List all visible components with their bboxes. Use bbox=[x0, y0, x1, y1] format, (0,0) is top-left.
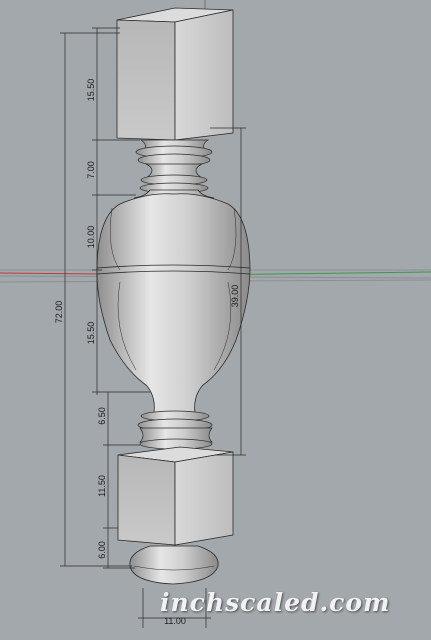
dim-vase-lower[interactable]: 15.50 bbox=[86, 322, 96, 345]
lower-collar[interactable] bbox=[137, 410, 213, 450]
dim-bottom-block[interactable]: 11.50 bbox=[97, 475, 107, 497]
dim-vase-upper[interactable]: 10.00 bbox=[86, 226, 96, 249]
cad-scene: 72.00 15.50 7.00 10.00 15.50 6.50 11.50 … bbox=[0, 0, 431, 628]
dim-lower-collar[interactable]: 6.50 bbox=[97, 407, 107, 425]
vase-body[interactable] bbox=[96, 193, 251, 414]
ball-foot[interactable] bbox=[129, 545, 219, 585]
dim-overall-height[interactable]: 72.00 bbox=[54, 301, 64, 324]
watermark-text: inchscaled.com bbox=[160, 588, 391, 617]
dim-upper-collar[interactable]: 7.00 bbox=[86, 161, 96, 179]
dim-body-height[interactable]: 39.00 bbox=[230, 285, 240, 308]
upper-collar[interactable] bbox=[133, 139, 215, 199]
top-block[interactable] bbox=[116, 7, 234, 141]
dim-foot-width[interactable]: 11.00 bbox=[164, 616, 186, 626]
rhino-viewport[interactable]: 72.00 15.50 7.00 10.00 15.50 6.50 11.50 … bbox=[0, 0, 431, 640]
dim-foot[interactable]: 6.00 bbox=[97, 541, 107, 559]
dim-top-block[interactable]: 15.50 bbox=[86, 79, 96, 102]
bottom-block[interactable] bbox=[117, 446, 234, 546]
